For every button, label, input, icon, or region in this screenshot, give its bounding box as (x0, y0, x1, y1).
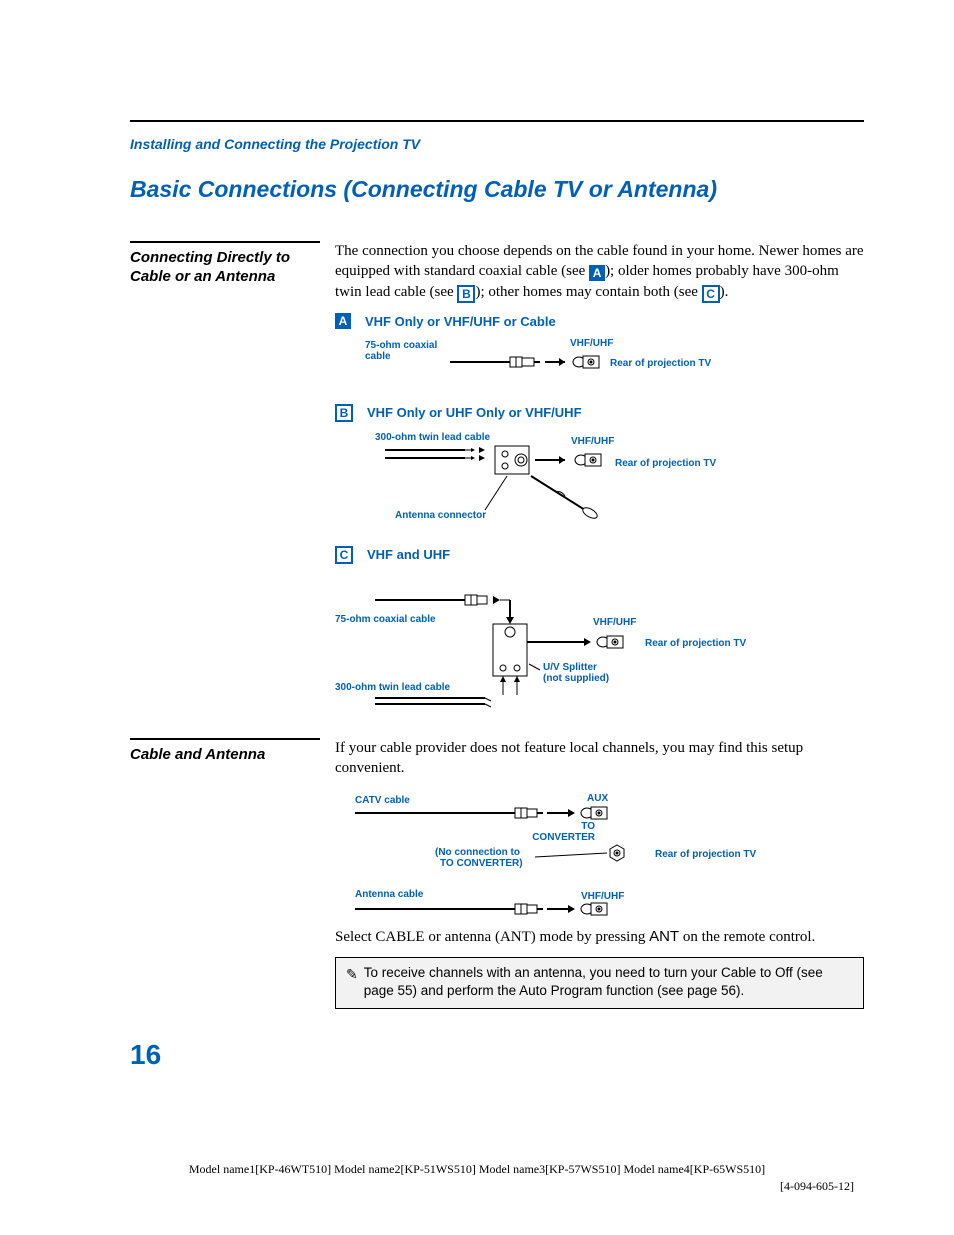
intro-text: ); other homes may contain both (see (475, 284, 701, 300)
note-box: ✎ To receive channels with an antenna, y… (335, 957, 864, 1009)
label-noconn1: (No connection to (435, 847, 520, 858)
footer: Model name1[KP-46WT510] Model name2[KP-5… (0, 1161, 954, 1195)
section2-intro: If your cable provider does not feature … (335, 738, 864, 779)
page-title: Basic Connections (Connecting Cable TV o… (130, 176, 864, 203)
side-title-2: Cable and Antenna (130, 746, 320, 765)
footer-line1: Model name1[KP-46WT510] Model name2[KP-5… (0, 1161, 954, 1178)
footer-line2: [4-094-605-12] (0, 1178, 954, 1195)
intro-paragraph-1: The connection you choose depends on the… (335, 241, 864, 303)
diagram-a-title: VHF Only or VHF/UHF or Cable (365, 313, 556, 331)
label-rear: Rear of projection TV (615, 458, 716, 469)
label-rear: Rear of projection TV (655, 849, 756, 860)
note-text: To receive channels with an antenna, you… (364, 964, 853, 1000)
label-toconv2: CONVERTER (532, 832, 596, 843)
intro-text: ). (720, 284, 729, 300)
label-vhfuhf: VHF/UHF (581, 891, 624, 902)
tag-c-icon: C (335, 546, 353, 564)
label-toconv1: TO (581, 821, 595, 832)
label-splitter2: (not supplied) (543, 673, 609, 684)
label-noconn2: TO CONVERTER) (440, 858, 523, 869)
label-vhfuhf: VHF/UHF (593, 617, 636, 628)
pencil-icon: ✎ (346, 965, 358, 1000)
diagram-cable-antenna: CATV cable AUX TO CONVERTER (No connecti… (335, 787, 815, 927)
label-coax: 75-ohm coaxial (365, 340, 437, 351)
diagram-c-title: VHF and UHF (367, 546, 450, 564)
label-vhfuhf: VHF/UHF (570, 338, 613, 349)
page-number: 16 (130, 1039, 864, 1071)
tag-a-icon: A (335, 313, 351, 329)
label-rear: Rear of projection TV (645, 638, 746, 649)
label-twin: 300-ohm twin lead cable (335, 682, 450, 693)
section2-outro: Select CABLE or antenna (ANT) mode by pr… (335, 927, 864, 947)
label-coax: 75-ohm coaxial cable (335, 614, 436, 625)
label-splitter: U/V Splitter (543, 662, 597, 673)
label-rear: Rear of projection TV (610, 358, 711, 369)
tag-a-icon: A (589, 265, 605, 281)
label-aux: AUX (587, 793, 608, 804)
label-catv: CATV cable (355, 795, 410, 806)
tag-b-icon: B (457, 285, 475, 303)
label-coax2: cable (365, 351, 391, 362)
label-twin: 300-ohm twin lead cable (375, 432, 490, 443)
diagram-c-illustration: 75-ohm coaxial cable 300-ohm twin lead c… (335, 570, 815, 710)
section-header: Installing and Connecting the Projection… (130, 136, 864, 152)
diagram-b-title: VHF Only or UHF Only or VHF/UHF (367, 404, 582, 422)
outro-text: Select CABLE or antenna (ANT) mode by pr… (335, 929, 649, 945)
label-connector: Antenna connector (395, 510, 486, 521)
side-title-1: Connecting Directly to Cable or an Anten… (130, 249, 320, 287)
diagram-a-illustration: 75-ohm coaxial cable VHF/UHF Rear of pro… (335, 336, 755, 386)
tag-b-icon: B (335, 404, 353, 422)
tag-c-icon: C (702, 285, 720, 303)
outro-text: on the remote control. (679, 929, 815, 945)
label-vhfuhf: VHF/UHF (571, 436, 614, 447)
ant-key: ANT (649, 928, 679, 945)
diagram-b-illustration: 300-ohm twin lead cable VHF/UHF Rear of … (335, 428, 775, 528)
label-antcable: Antenna cable (355, 889, 424, 900)
